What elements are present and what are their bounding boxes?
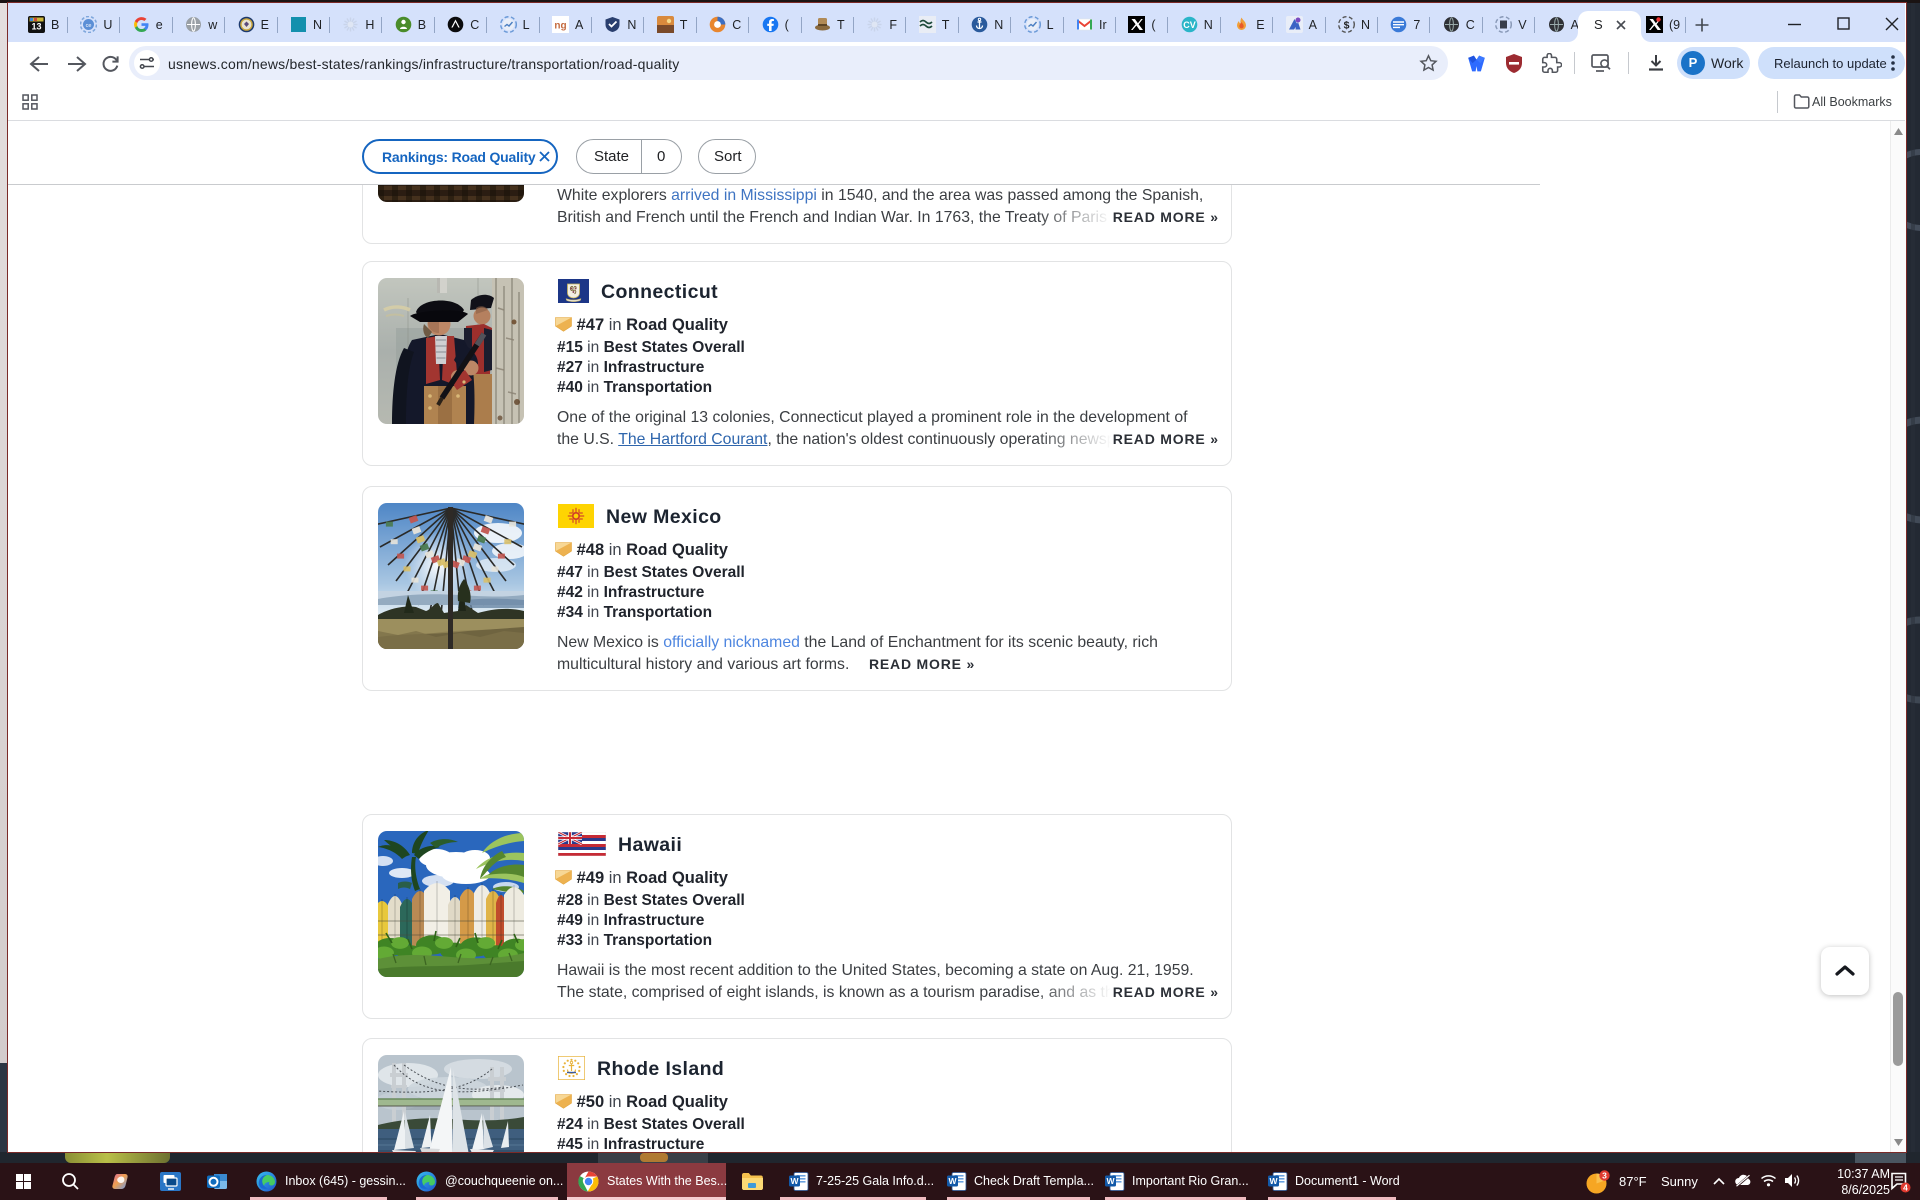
svg-text:W: W xyxy=(1269,1176,1278,1186)
svg-text:W: W xyxy=(1106,1176,1115,1186)
svg-text:CV: CV xyxy=(1183,20,1196,30)
svg-text:13: 13 xyxy=(31,22,41,32)
svg-text:ce: ce xyxy=(86,23,92,29)
svg-text:$: $ xyxy=(1344,20,1350,32)
svg-text:3: 3 xyxy=(1602,1171,1607,1181)
svg-text:W: W xyxy=(790,1176,799,1186)
svg-text:W: W xyxy=(948,1176,957,1186)
svg-text:4: 4 xyxy=(1903,1183,1908,1193)
svg-text:ng: ng xyxy=(554,21,566,32)
